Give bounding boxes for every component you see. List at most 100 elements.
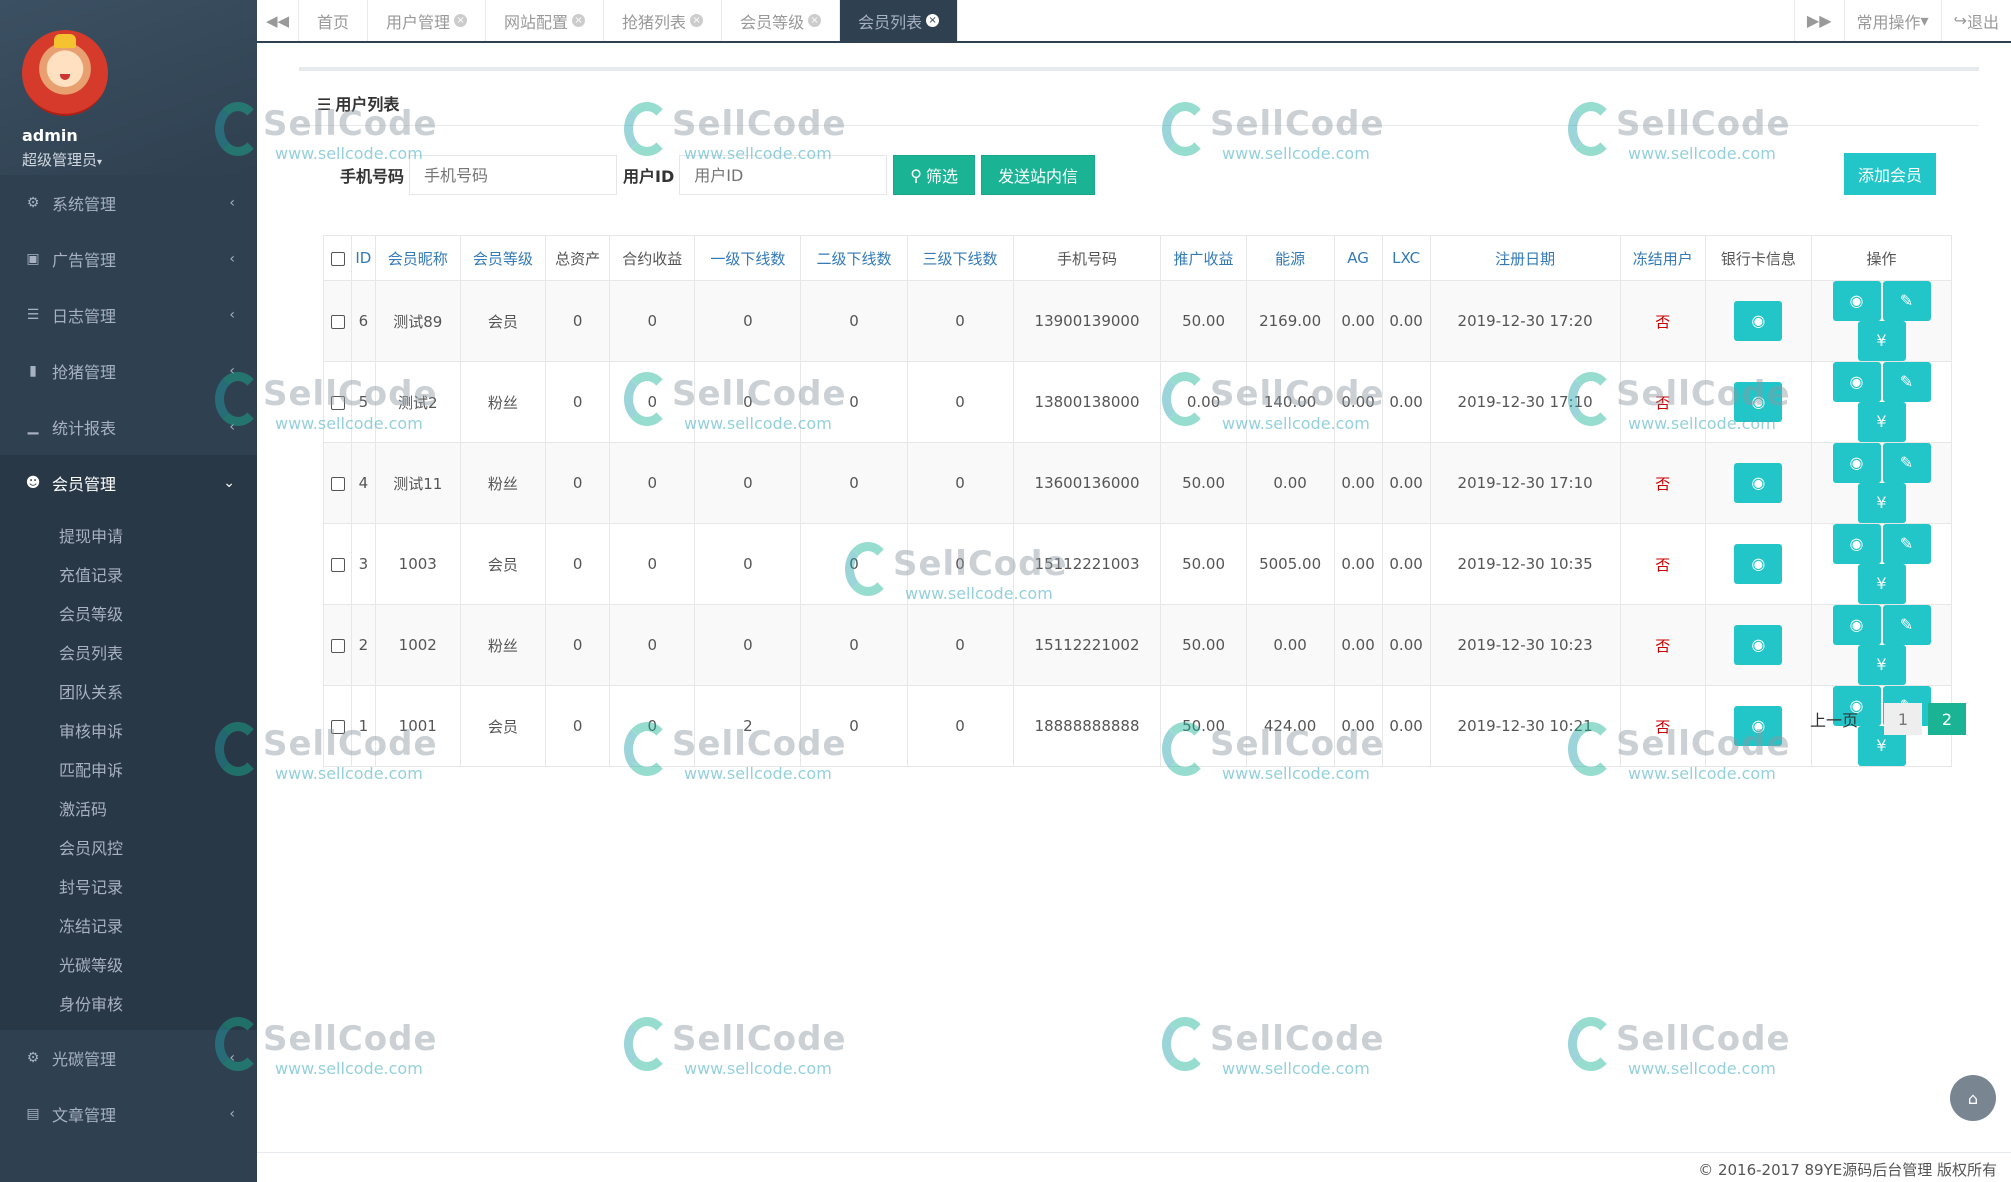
view-bank-button[interactable]: ◉ [1734,625,1783,665]
close-icon[interactable]: × [808,14,822,27]
submenu-item[interactable]: 会员等级 [0,593,257,632]
submenu-item[interactable]: 封号记录 [0,866,257,905]
recharge-button[interactable]: ¥ [1857,564,1906,604]
common-ops-dropdown[interactable]: 常用操作 ▾ [1843,0,1941,41]
table-cell: 粉丝 [459,361,546,443]
tab[interactable]: 网站配置 × [486,0,605,41]
table-cell: 0 [544,685,611,767]
submenu-item[interactable]: 团队关系 [0,671,257,710]
table-cell: 0 [906,280,1014,362]
row-checkbox[interactable] [330,557,345,572]
phone-input[interactable] [409,155,618,195]
table-cell: 0 [694,442,802,524]
row-checkbox[interactable] [330,395,345,410]
close-icon[interactable]: × [454,14,468,27]
view-bank-button[interactable]: ◉ [1734,301,1783,341]
page-link[interactable]: 2 [1928,703,1966,735]
submenu-item[interactable]: 冻结记录 [0,905,257,944]
recharge-button[interactable]: ¥ [1857,645,1906,685]
select-all-checkbox[interactable] [330,251,345,266]
tab[interactable]: 会员等级 × [722,0,841,41]
menu-item-member[interactable]: ☻ 会员管理 ⌄ [0,455,257,511]
table-cell: 50.00 [1160,442,1247,524]
page-link[interactable]: 1 [1884,703,1922,735]
column-header[interactable]: 冻结用户 [1619,235,1706,281]
home-button[interactable]: ⌂ [1950,1075,1996,1121]
menu-item[interactable]: ▤ 文章管理 ‹ [0,1086,257,1142]
column-header[interactable]: 注册日期 [1429,235,1621,281]
edit-button[interactable]: ✎ [1882,443,1931,483]
column-header[interactable]: 能源 [1245,235,1335,281]
view-bank-button[interactable]: ◉ [1734,382,1783,422]
prev-page-link[interactable]: 上一页 [1810,707,1858,731]
close-icon[interactable]: × [926,14,940,27]
table-cell: 0 [800,361,908,443]
column-header[interactable]: LXC [1381,235,1431,281]
tab[interactable]: 抢猪列表 × [604,0,723,41]
submenu-item[interactable]: 匹配申诉 [0,749,257,788]
close-icon[interactable]: × [690,14,704,27]
double-left-icon: ◀◀ [265,11,290,30]
tab[interactable]: 用户管理 × [368,0,487,41]
view-button[interactable]: ◉ [1832,362,1881,402]
tab[interactable]: 首页 [299,0,369,41]
edit-button[interactable]: ✎ [1882,605,1931,645]
menu-item[interactable]: ▮ 抢猪管理 ‹ [0,343,257,399]
view-button[interactable]: ◉ [1832,443,1881,483]
menu-item[interactable]: ▣ 广告管理 ‹ [0,231,257,287]
view-bank-button[interactable]: ◉ [1734,544,1783,584]
close-icon[interactable]: × [572,14,586,27]
recharge-button[interactable]: ¥ [1857,483,1906,523]
view-button[interactable]: ◉ [1832,524,1881,564]
add-member-button[interactable]: 添加会员 [1843,153,1936,195]
column-header[interactable]: 推广收益 [1160,235,1247,281]
row-checkbox[interactable] [330,476,345,491]
submenu-item[interactable]: 光碳等级 [0,944,257,983]
view-button[interactable]: ◉ [1832,605,1881,645]
tab-scroll-right-button[interactable]: ▶▶ [1793,0,1844,41]
submenu-item[interactable]: 充值记录 [0,554,257,593]
menu-item[interactable]: ⚙ 光碳管理 ‹ [0,1030,257,1086]
table-cell: 粉丝 [459,604,546,686]
edit-button[interactable]: ✎ [1882,281,1931,321]
recharge-button[interactable]: ¥ [1857,321,1906,361]
column-header[interactable]: ID [351,235,376,281]
view-bank-button[interactable]: ◉ [1734,706,1783,746]
avatar[interactable] [22,30,108,116]
menu-item[interactable]: ▁ 统计报表 ‹ [0,399,257,455]
edit-button[interactable]: ✎ [1882,524,1931,564]
logout-button[interactable]: ↪ 退出 [1940,0,2011,41]
submenu-item[interactable]: 审核申诉 [0,710,257,749]
column-header[interactable]: 一级下线数 [694,235,802,281]
tab-scroll-left-button[interactable]: ◀◀ [257,0,299,41]
submenu-item[interactable]: 会员风控 [0,827,257,866]
view-bank-button[interactable]: ◉ [1734,463,1783,503]
column-header[interactable]: 二级下线数 [800,235,908,281]
menu-item[interactable]: ⚙ 系统管理 ‹ [0,175,257,231]
role-dropdown[interactable]: 超级管理员▾ [22,149,257,170]
column-header[interactable]: 会员等级 [459,235,546,281]
menu-item[interactable]: ☰ 日志管理 ‹ [0,287,257,343]
row-checkbox[interactable] [330,719,345,734]
table-cell: 1002 [374,604,461,686]
submenu-item[interactable]: 身份审核 [0,983,257,1022]
table-cell: 否 [1619,280,1706,362]
tab[interactable]: 会员列表 × [840,0,959,41]
submenu-item[interactable]: 提现申请 [0,515,257,554]
edit-button[interactable]: ✎ [1882,362,1931,402]
view-button[interactable]: ◉ [1832,281,1881,321]
table-cell: 15112221003 [1012,523,1162,605]
row-checkbox[interactable] [330,314,345,329]
send-message-button[interactable]: 发送站内信 [981,155,1096,195]
table-cell: 50.00 [1160,523,1247,605]
submenu-item[interactable]: 激活码 [0,788,257,827]
column-header[interactable]: 三级下线数 [906,235,1014,281]
column-header[interactable]: AG [1333,235,1383,281]
submenu-item[interactable]: 会员列表 [0,632,257,671]
uid-input[interactable] [679,155,888,195]
book-icon: ▮ [29,363,37,379]
filter-button[interactable]: ⚲ 筛选 [893,155,975,195]
column-header[interactable]: 会员昵称 [374,235,461,281]
recharge-button[interactable]: ¥ [1857,402,1906,442]
row-checkbox[interactable] [330,638,345,653]
